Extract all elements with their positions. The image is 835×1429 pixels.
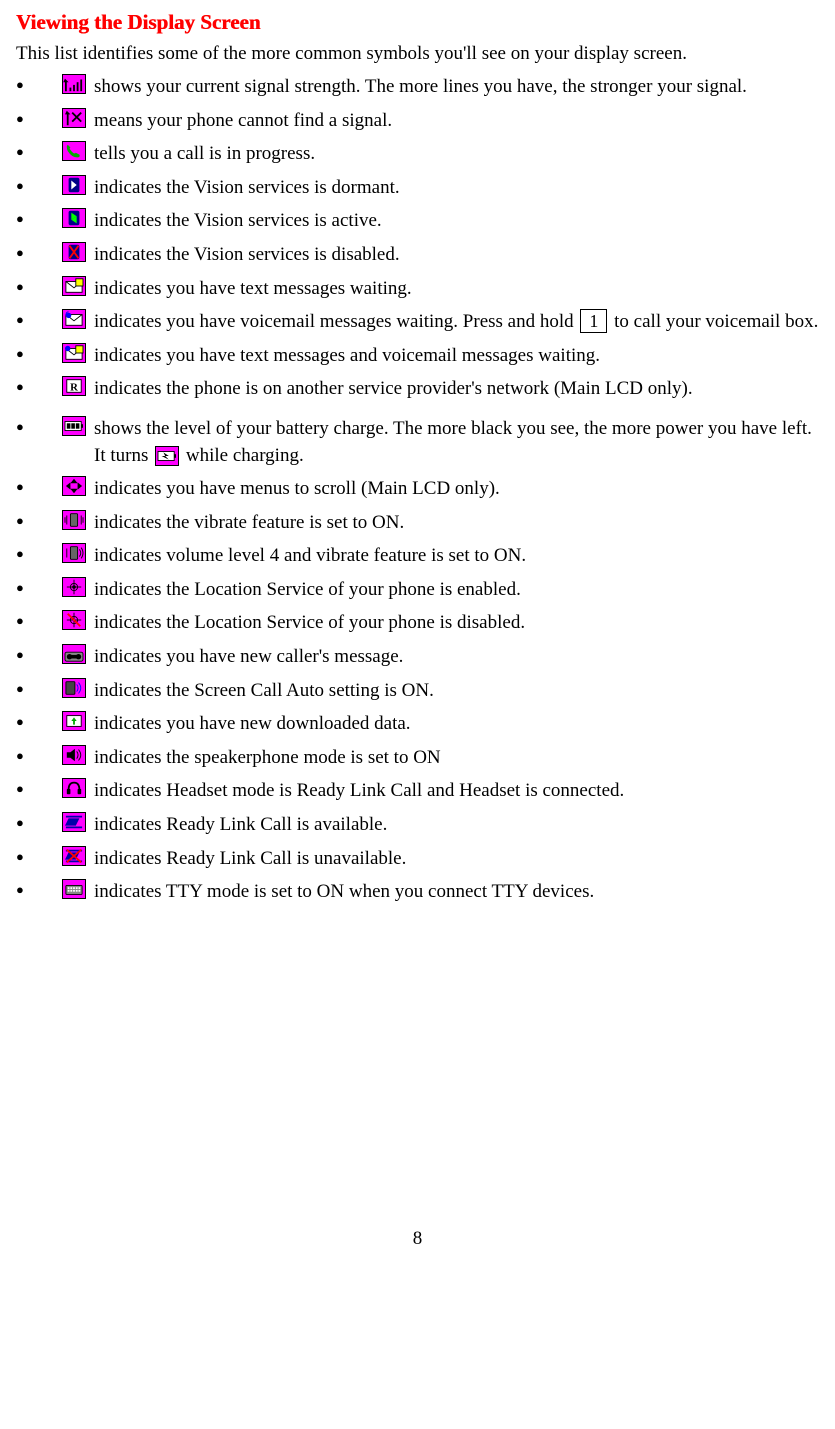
list-item: indicates Headset mode is Ready Link Cal…	[16, 778, 819, 805]
scroll-menus-icon	[62, 476, 86, 496]
list-item: indicates you have text messages and voi…	[16, 343, 819, 370]
text-message-icon	[62, 276, 86, 296]
location-disabled-icon	[62, 610, 86, 630]
item-text-b: to call your voicemail box.	[609, 311, 818, 332]
item-text-a: indicates you have voicemail messages wa…	[94, 311, 578, 332]
item-text: indicates the speakerphone mode is set t…	[94, 747, 441, 768]
call-in-progress-icon	[62, 141, 86, 161]
list-item: indicates you have menus to scroll (Main…	[16, 476, 819, 503]
item-text: indicates you have menus to scroll (Main…	[94, 478, 500, 499]
svg-text:R: R	[70, 382, 78, 394]
item-text: indicates TTY mode is set to ON when you…	[94, 881, 594, 902]
item-text: shows your current signal strength. The …	[94, 76, 747, 97]
location-enabled-icon	[62, 577, 86, 597]
battery-charging-icon	[155, 446, 179, 466]
list-item: means your phone cannot find a signal.	[16, 108, 819, 135]
intro-text: This list identifies some of the more co…	[16, 41, 819, 68]
vision-disabled-icon	[62, 242, 86, 262]
new-download-icon	[62, 711, 86, 731]
screen-call-auto-icon	[62, 678, 86, 698]
item-text: indicates you have new downloaded data.	[94, 713, 411, 734]
list-item: indicates you have voicemail messages wa…	[16, 309, 819, 336]
roaming-icon: R	[62, 376, 86, 396]
item-text: indicates you have text messages waiting…	[94, 278, 412, 299]
list-item: indicates the speakerphone mode is set t…	[16, 745, 819, 772]
speakerphone-icon	[62, 745, 86, 765]
list-item: indicates the Vision services is dormant…	[16, 175, 819, 202]
item-text: indicates Headset mode is Ready Link Cal…	[94, 780, 624, 801]
item-text: indicates the Screen Call Auto setting i…	[94, 680, 434, 701]
vision-active-icon	[62, 208, 86, 228]
ready-link-available-icon	[62, 812, 86, 832]
page-number: 8	[16, 1226, 819, 1253]
icon-description-list: shows your current signal strength. The …	[16, 74, 819, 403]
list-item: shows the level of your battery charge. …	[16, 416, 819, 469]
list-item: indicates the Location Service of your p…	[16, 577, 819, 604]
list-item: shows your current signal strength. The …	[16, 74, 819, 101]
new-caller-message-icon	[62, 644, 86, 664]
list-item: indicates TTY mode is set to ON when you…	[16, 879, 819, 906]
volume-vibrate-icon	[62, 543, 86, 563]
tty-mode-icon	[62, 879, 86, 899]
no-signal-icon	[62, 108, 86, 128]
item-text: means your phone cannot find a signal.	[94, 110, 392, 131]
list-item: indicates Ready Link Call is available.	[16, 812, 819, 839]
key-1: 1	[580, 309, 607, 333]
list-item: indicates you have new downloaded data.	[16, 711, 819, 738]
ready-link-unavailable-icon	[62, 846, 86, 866]
list-item: indicates the Location Service of your p…	[16, 610, 819, 637]
item-text: indicates Ready Link Call is unavailable…	[94, 848, 406, 869]
list-item: R indicates the phone is on another serv…	[16, 376, 819, 403]
text-voicemail-icon	[62, 343, 86, 363]
vision-dormant-icon	[62, 175, 86, 195]
item-text: indicates the Vision services is active.	[94, 210, 382, 231]
item-text-b: while charging.	[181, 445, 304, 466]
item-text: indicates you have new caller's message.	[94, 646, 403, 667]
list-item: indicates you have text messages waiting…	[16, 276, 819, 303]
list-item: indicates Ready Link Call is unavailable…	[16, 846, 819, 873]
item-text: indicates the phone is on another servic…	[94, 378, 693, 399]
item-text: tells you a call is in progress.	[94, 143, 315, 164]
item-text: indicates Ready Link Call is available.	[94, 814, 387, 835]
icon-description-list-2: shows the level of your battery charge. …	[16, 416, 819, 906]
battery-icon	[62, 416, 86, 436]
list-item: indicates the Vision services is active.	[16, 208, 819, 235]
headset-ready-link-icon	[62, 778, 86, 798]
item-text: indicates you have text messages and voi…	[94, 345, 600, 366]
vibrate-on-icon	[62, 510, 86, 530]
voicemail-icon	[62, 309, 86, 329]
list-item: indicates volume level 4 and vibrate fea…	[16, 543, 819, 570]
list-item: indicates the vibrate feature is set to …	[16, 510, 819, 537]
item-text: indicates the Location Service of your p…	[94, 579, 521, 600]
item-text: indicates the vibrate feature is set to …	[94, 512, 404, 533]
item-text: indicates volume level 4 and vibrate fea…	[94, 545, 526, 566]
item-text: indicates the Location Service of your p…	[94, 612, 525, 633]
item-text: indicates the Vision services is disable…	[94, 244, 400, 265]
list-item: indicates you have new caller's message.	[16, 644, 819, 671]
item-text: indicates the Vision services is dormant…	[94, 177, 400, 198]
list-item: tells you a call is in progress.	[16, 141, 819, 168]
list-item: indicates the Vision services is disable…	[16, 242, 819, 269]
page-title: Viewing the Display Screen	[16, 8, 819, 37]
list-item: indicates the Screen Call Auto setting i…	[16, 678, 819, 705]
signal-strength-icon	[62, 74, 86, 94]
